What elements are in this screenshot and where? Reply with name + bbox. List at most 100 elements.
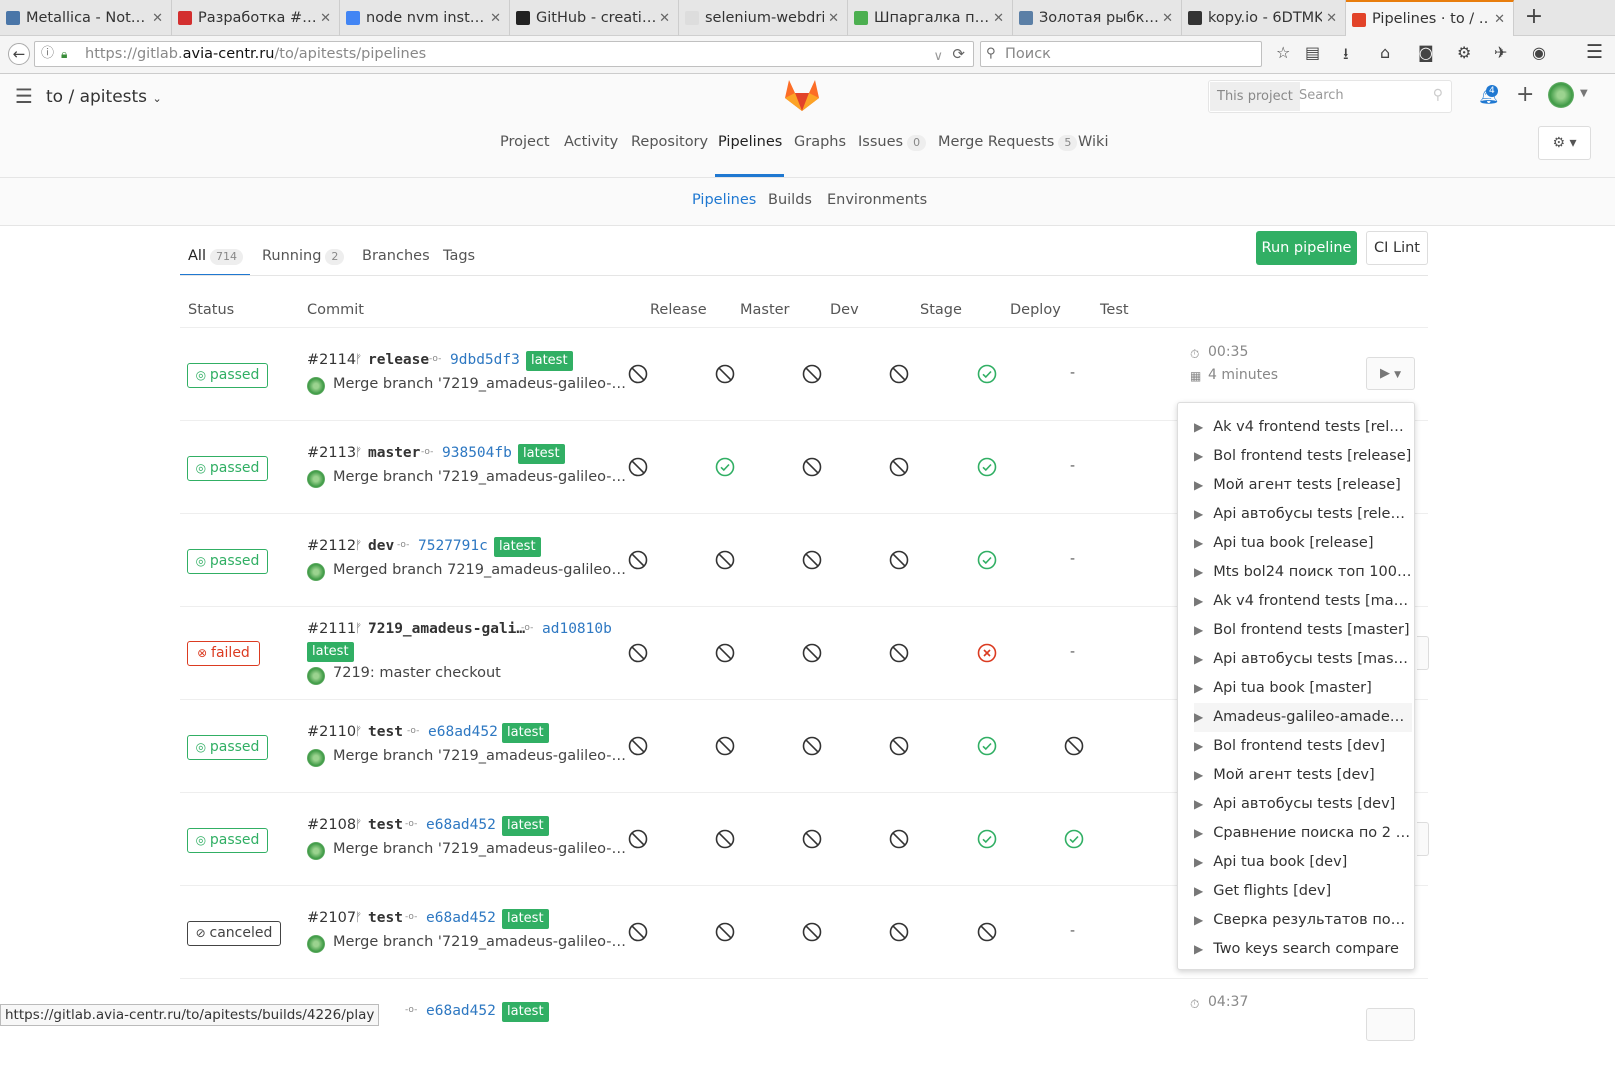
close-icon[interactable]: ✕ xyxy=(828,11,839,26)
stage-skipped-icon[interactable] xyxy=(715,736,735,756)
status-badge[interactable]: ◎ passed xyxy=(187,828,268,853)
stage-success-icon[interactable] xyxy=(977,736,997,756)
browser-tab[interactable]: node nvm inst… ✕ xyxy=(340,0,510,36)
url-bar[interactable]: ⓘ 🔒︎ https://gitlab.avia-centr.ru/to/api… xyxy=(34,41,974,67)
status-badge[interactable]: ◎ passed xyxy=(187,735,268,760)
stage-skipped-icon[interactable] xyxy=(715,550,735,570)
commit-sha[interactable]: e68ad452 xyxy=(428,724,498,740)
commit-sha[interactable]: 7527791c xyxy=(418,538,488,554)
status-badge[interactable]: ⊗ failed xyxy=(187,641,260,666)
browser-tab[interactable]: Pipelines · to / … ✕ xyxy=(1346,0,1514,36)
pocket-icon[interactable]: ◙ xyxy=(1418,43,1434,62)
manual-action-item[interactable]: ▶ Api tua book [dev] xyxy=(1194,848,1412,877)
manual-action-item[interactable]: ▶ Bol frontend tests [master] xyxy=(1194,616,1412,645)
commit-sha[interactable]: 9dbd5df3 xyxy=(450,352,520,368)
close-icon[interactable]: ✕ xyxy=(1162,11,1173,26)
download-icon[interactable]: ⭳ xyxy=(1343,43,1349,70)
author-avatar[interactable] xyxy=(307,749,325,767)
nav-activity[interactable]: Activity xyxy=(564,134,618,150)
bookmark-star-icon[interactable]: ☆ xyxy=(1276,43,1290,62)
run-pipeline-button[interactable]: Run pipeline xyxy=(1256,231,1357,265)
stage-skipped-icon[interactable] xyxy=(628,457,648,477)
browser-tab[interactable]: Разработка #… ✕ xyxy=(172,0,340,36)
settings-gear-button[interactable]: ⚙ ▾ xyxy=(1538,126,1591,160)
nav-issues[interactable]: Issues 0 xyxy=(858,134,927,151)
browser-tab[interactable]: GitHub - creati… ✕ xyxy=(510,0,679,36)
scope-tab-all[interactable]: All 714 xyxy=(188,248,243,265)
ref-name[interactable]: test xyxy=(368,817,403,833)
status-badge[interactable]: ◎ passed xyxy=(187,363,268,388)
manual-action-item[interactable]: ▶ Api tua book [master] xyxy=(1194,674,1412,703)
stage-success-icon[interactable] xyxy=(977,364,997,384)
pipeline-id[interactable]: #2107 xyxy=(307,910,356,926)
close-icon[interactable]: ✕ xyxy=(659,11,670,26)
scope-tab-running[interactable]: Running 2 xyxy=(262,248,345,265)
close-icon[interactable]: ✕ xyxy=(490,11,501,26)
status-badge[interactable]: ◎ passed xyxy=(187,549,268,574)
close-icon[interactable]: ✕ xyxy=(1494,12,1505,27)
stage-failed-icon[interactable] xyxy=(977,643,997,663)
manual-actions-button-edge[interactable] xyxy=(1417,636,1429,670)
stage-skipped-icon[interactable] xyxy=(628,922,648,942)
manual-action-item[interactable]: ▶ Api автобусы tests [release] xyxy=(1194,500,1412,529)
nav-project[interactable]: Project xyxy=(500,134,550,150)
extension-icon[interactable]: ✈ xyxy=(1494,43,1507,62)
commit-message[interactable]: Merge branch '7219_amadeus-galileo-am… xyxy=(333,469,628,485)
hamburger-icon[interactable]: ☰ xyxy=(15,84,33,108)
browser-tab[interactable]: Шпаргалка п… ✕ xyxy=(848,0,1013,36)
subnav-environments[interactable]: Environments xyxy=(827,192,927,208)
nav-graphs[interactable]: Graphs xyxy=(794,134,846,150)
browser-search-input[interactable]: ⚲ Поиск xyxy=(980,41,1262,67)
commit-message[interactable]: Merge branch '7219_amadeus-galileo-am… xyxy=(333,841,628,857)
ref-name[interactable]: release xyxy=(368,352,429,368)
author-avatar[interactable] xyxy=(307,377,325,395)
manual-actions-button[interactable] xyxy=(1366,1008,1415,1041)
stage-skipped-icon[interactable] xyxy=(802,829,822,849)
stage-skipped-icon[interactable] xyxy=(802,550,822,570)
manual-action-item[interactable]: ▶ Мой агент tests [dev] xyxy=(1194,761,1412,790)
close-icon[interactable]: ✕ xyxy=(320,11,331,26)
author-avatar[interactable] xyxy=(307,842,325,860)
author-avatar[interactable] xyxy=(307,935,325,953)
close-icon[interactable]: ✕ xyxy=(1326,11,1337,26)
back-icon[interactable]: ← xyxy=(8,43,30,65)
commit-message[interactable]: 7219: master checkout xyxy=(333,665,501,681)
stage-skipped-icon[interactable] xyxy=(715,364,735,384)
commit-sha[interactable]: e68ad452 xyxy=(426,910,496,926)
manual-action-item[interactable]: ▶ Api автобусы tests [dev] xyxy=(1194,790,1412,819)
manual-action-item[interactable]: ▶ Mts bol24 поиск топ 100 [re… xyxy=(1194,558,1412,587)
stage-skipped-icon[interactable] xyxy=(628,829,648,849)
manual-action-item[interactable]: ▶ Мой агент tests [release] xyxy=(1194,471,1412,500)
author-avatar[interactable] xyxy=(307,470,325,488)
chevron-down-icon[interactable]: ▼ xyxy=(1580,88,1588,99)
pipeline-id[interactable]: #2111 xyxy=(307,621,356,637)
stage-skipped-icon[interactable] xyxy=(628,736,648,756)
pipeline-id[interactable]: #2110 xyxy=(307,724,356,740)
commit-sha[interactable]: ad10810b xyxy=(542,621,612,637)
commit-sha[interactable]: e68ad452 xyxy=(426,1003,496,1019)
nav-merge-requests[interactable]: Merge Requests 5 xyxy=(938,134,1078,151)
ci-lint-button[interactable]: CI Lint xyxy=(1366,231,1428,265)
stage-skipped-icon[interactable] xyxy=(628,364,648,384)
manual-action-item[interactable]: ▶ Api автобусы tests [master] xyxy=(1194,645,1412,674)
manual-actions-button-edge[interactable] xyxy=(1417,822,1429,856)
dropdown-icon[interactable]: ∨ xyxy=(933,45,943,69)
browser-tab[interactable]: Золотая рыбк… ✕ xyxy=(1013,0,1182,36)
stage-skipped-icon[interactable] xyxy=(715,643,735,663)
nav-repository[interactable]: Repository xyxy=(631,134,708,150)
manual-action-item[interactable]: ▶ Сверка результатов поиск… xyxy=(1194,906,1412,935)
manual-action-item[interactable]: ▶ Ak v4 frontend tests [master] xyxy=(1194,587,1412,616)
author-avatar[interactable] xyxy=(307,563,325,581)
commit-message[interactable]: Merge branch '7219_amadeus-galileo-am… xyxy=(333,748,628,764)
nav-pipelines[interactable]: Pipelines xyxy=(718,134,782,150)
project-title[interactable]: to / apitests ⌄ xyxy=(46,87,162,107)
commit-message[interactable]: Merge branch '7219_amadeus-galileo-am… xyxy=(333,376,628,392)
project-search[interactable]: This project Search ⚲ xyxy=(1208,80,1452,113)
reload-icon[interactable]: ⟳ xyxy=(952,42,965,66)
sync-icon[interactable]: ⚙ xyxy=(1457,43,1471,62)
stage-skipped-icon[interactable] xyxy=(715,829,735,849)
subnav-builds[interactable]: Builds xyxy=(768,192,812,208)
stage-success-icon[interactable] xyxy=(977,550,997,570)
browser-tab[interactable]: selenium-webdri… ✕ xyxy=(679,0,848,36)
stage-skipped-icon[interactable] xyxy=(889,922,909,942)
